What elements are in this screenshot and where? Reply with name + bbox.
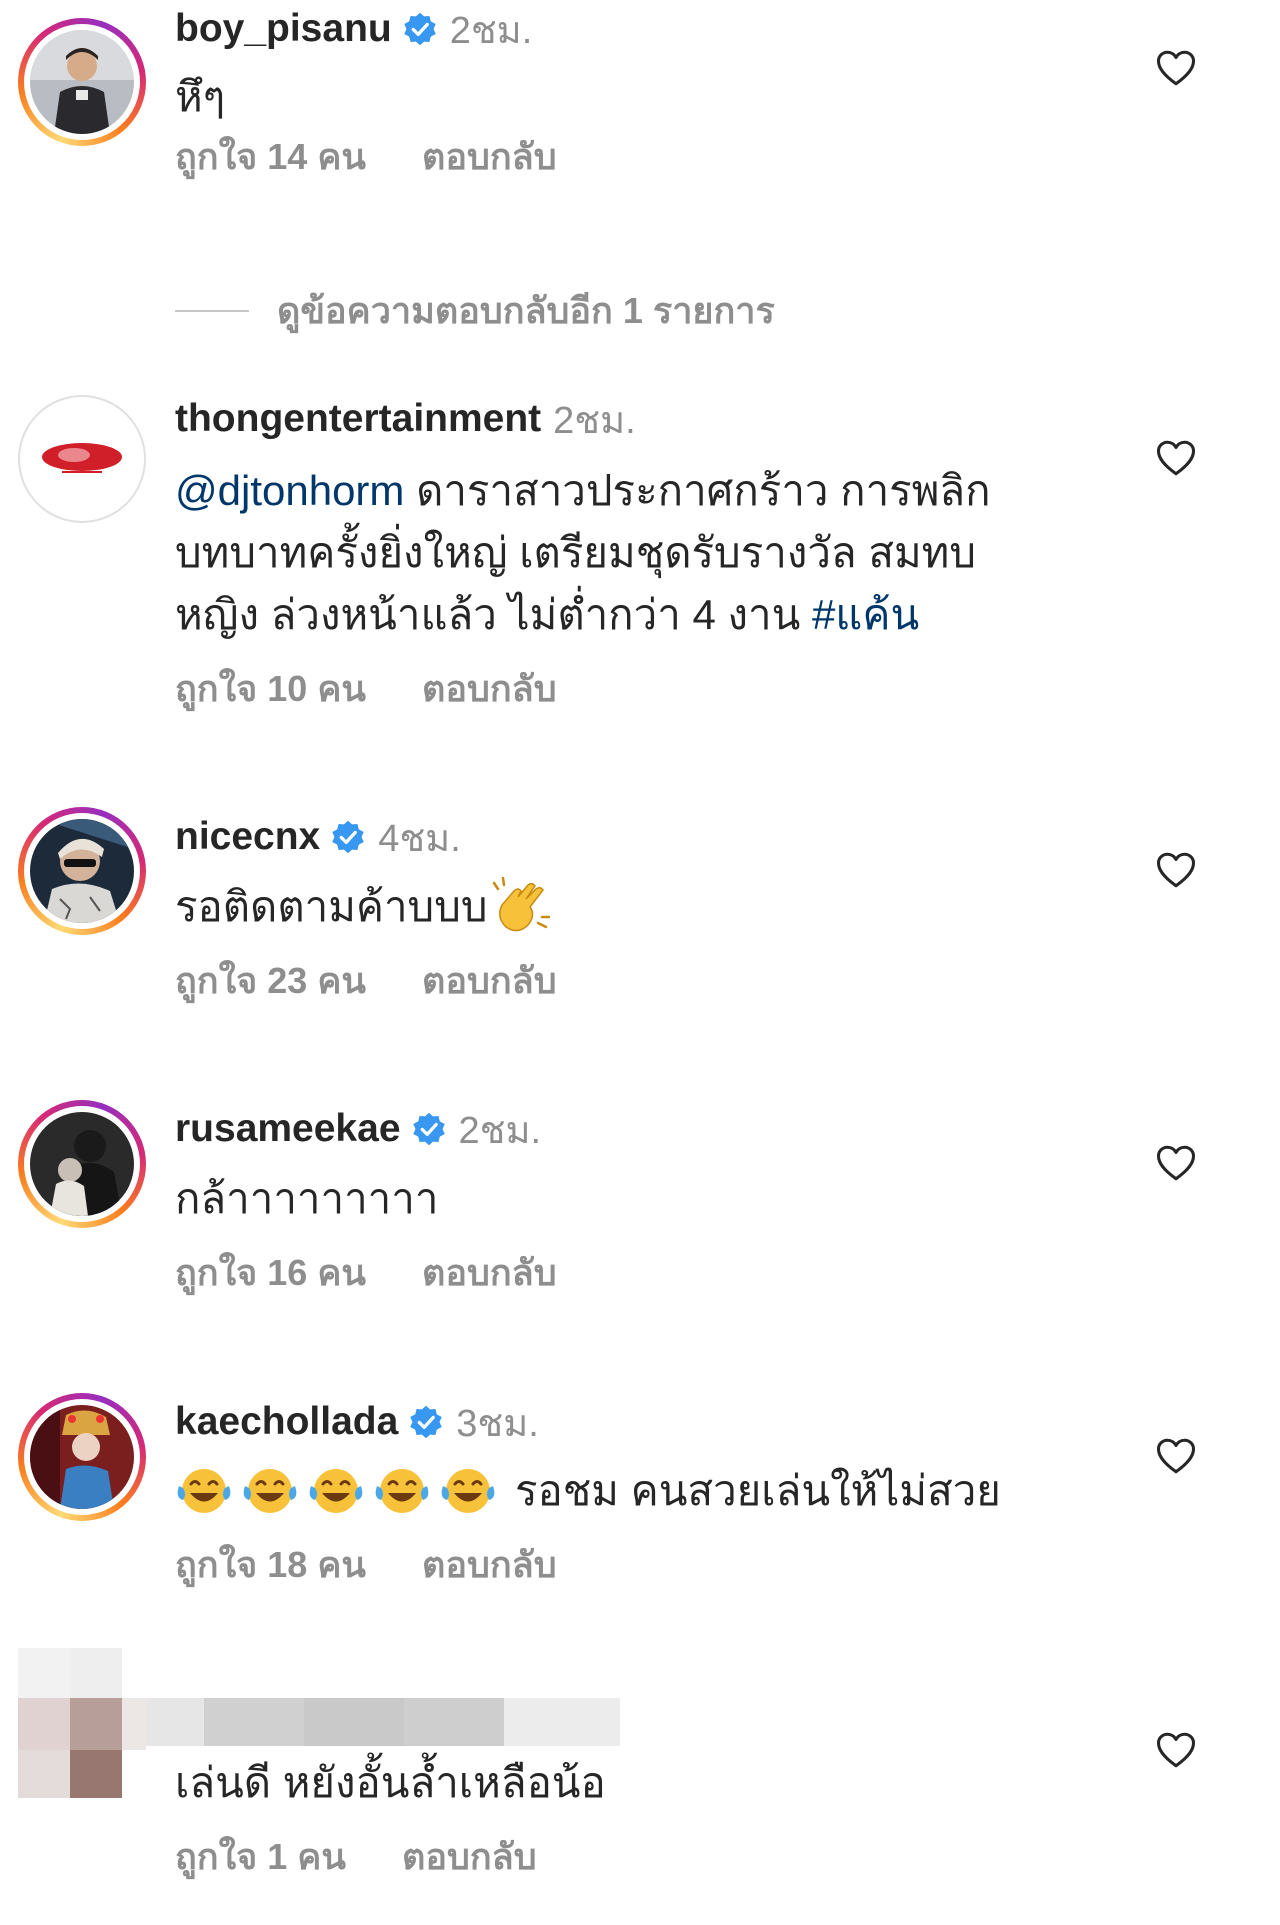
mention-link[interactable]: @djtonhorm (175, 467, 404, 514)
face-with-tears-of-joy-icon (177, 1469, 231, 1513)
view-replies-label[interactable]: ดูข้อความตอบกลับอีก 1 รายการ (277, 282, 775, 339)
comment-text: เล่นดี หยังอั้นล้ำเหลือน้อ (175, 1759, 606, 1806)
comment-text: หึๆ (175, 73, 226, 120)
avatar[interactable] (18, 18, 146, 146)
likes-count[interactable]: ถูกใจ 16 คน (175, 1244, 366, 1301)
face-with-tears-of-joy-icon (309, 1469, 363, 1513)
heart-outline-icon[interactable] (1155, 1730, 1197, 1770)
divider (175, 309, 249, 312)
username[interactable]: boy_pisanu (175, 7, 392, 51)
username[interactable]: rusameekae (175, 1107, 401, 1151)
face-with-tears-of-joy-icon (375, 1469, 429, 1513)
verified-badge-icon (403, 12, 436, 46)
avatar[interactable] (18, 1393, 146, 1521)
timestamp: 2ชม. (553, 399, 636, 442)
hashtag-link[interactable]: #แค้น (812, 591, 919, 638)
comment-text: รอชม คนสวยเล่นให้ไม่สวย (175, 1460, 1075, 1522)
avatar[interactable] (18, 1100, 146, 1228)
heart-outline-icon[interactable] (1155, 1436, 1197, 1476)
comment-text: @djtonhorm ดาราสาวประกาศกร้าว การพลิก บท… (175, 467, 991, 638)
username[interactable]: nicecnx (175, 815, 320, 859)
timestamp: 2ชม. (449, 9, 533, 52)
likes-count[interactable]: ถูกใจ 23 คน (175, 952, 366, 1009)
verified-badge-icon (410, 1405, 443, 1439)
heart-outline-icon[interactable] (1155, 850, 1197, 890)
comment-text: รอติดตามค้าบบบ (175, 876, 1075, 938)
verified-badge-icon (332, 820, 364, 854)
reply-button[interactable]: ตอบกลับ (422, 952, 557, 1009)
timestamp: 3ชม. (456, 1402, 539, 1445)
avatar[interactable] (18, 395, 146, 523)
reply-button[interactable]: ตอบกลับ (422, 128, 557, 185)
pixelated-username (146, 1698, 620, 1746)
reply-button[interactable]: ตอบกลับ (422, 660, 557, 717)
likes-count[interactable]: ถูกใจ 1 คน (175, 1828, 346, 1885)
comment-text: กล้าาาาาาาาา (175, 1175, 439, 1222)
heart-outline-icon[interactable] (1155, 438, 1197, 478)
emoji-group (175, 1464, 497, 1518)
verified-badge-icon (412, 1112, 445, 1146)
clapping-hands-icon (492, 877, 550, 932)
face-with-tears-of-joy-icon (243, 1469, 297, 1513)
username[interactable]: thongentertainment (175, 397, 541, 441)
heart-outline-icon[interactable] (1155, 1143, 1197, 1183)
likes-count[interactable]: ถูกใจ 10 คน (175, 660, 366, 717)
view-replies-button[interactable]: ดูข้อความตอบกลับอีก 1 รายการ (175, 282, 775, 339)
likes-count[interactable]: ถูกใจ 14 คน (175, 128, 366, 185)
pixelated-avatar (18, 1648, 146, 1798)
avatar[interactable] (18, 807, 146, 935)
face-with-tears-of-joy-icon (441, 1469, 495, 1513)
timestamp: 4ชม. (378, 817, 461, 860)
reply-button[interactable]: ตอบกลับ (402, 1828, 537, 1885)
heart-outline-icon[interactable] (1155, 48, 1197, 88)
likes-count[interactable]: ถูกใจ 18 คน (175, 1536, 366, 1593)
reply-button[interactable]: ตอบกลับ (422, 1244, 557, 1301)
timestamp: 2ชม. (458, 1109, 542, 1152)
reply-button[interactable]: ตอบกลับ (422, 1536, 557, 1593)
username[interactable]: kaechollada (175, 1400, 398, 1444)
